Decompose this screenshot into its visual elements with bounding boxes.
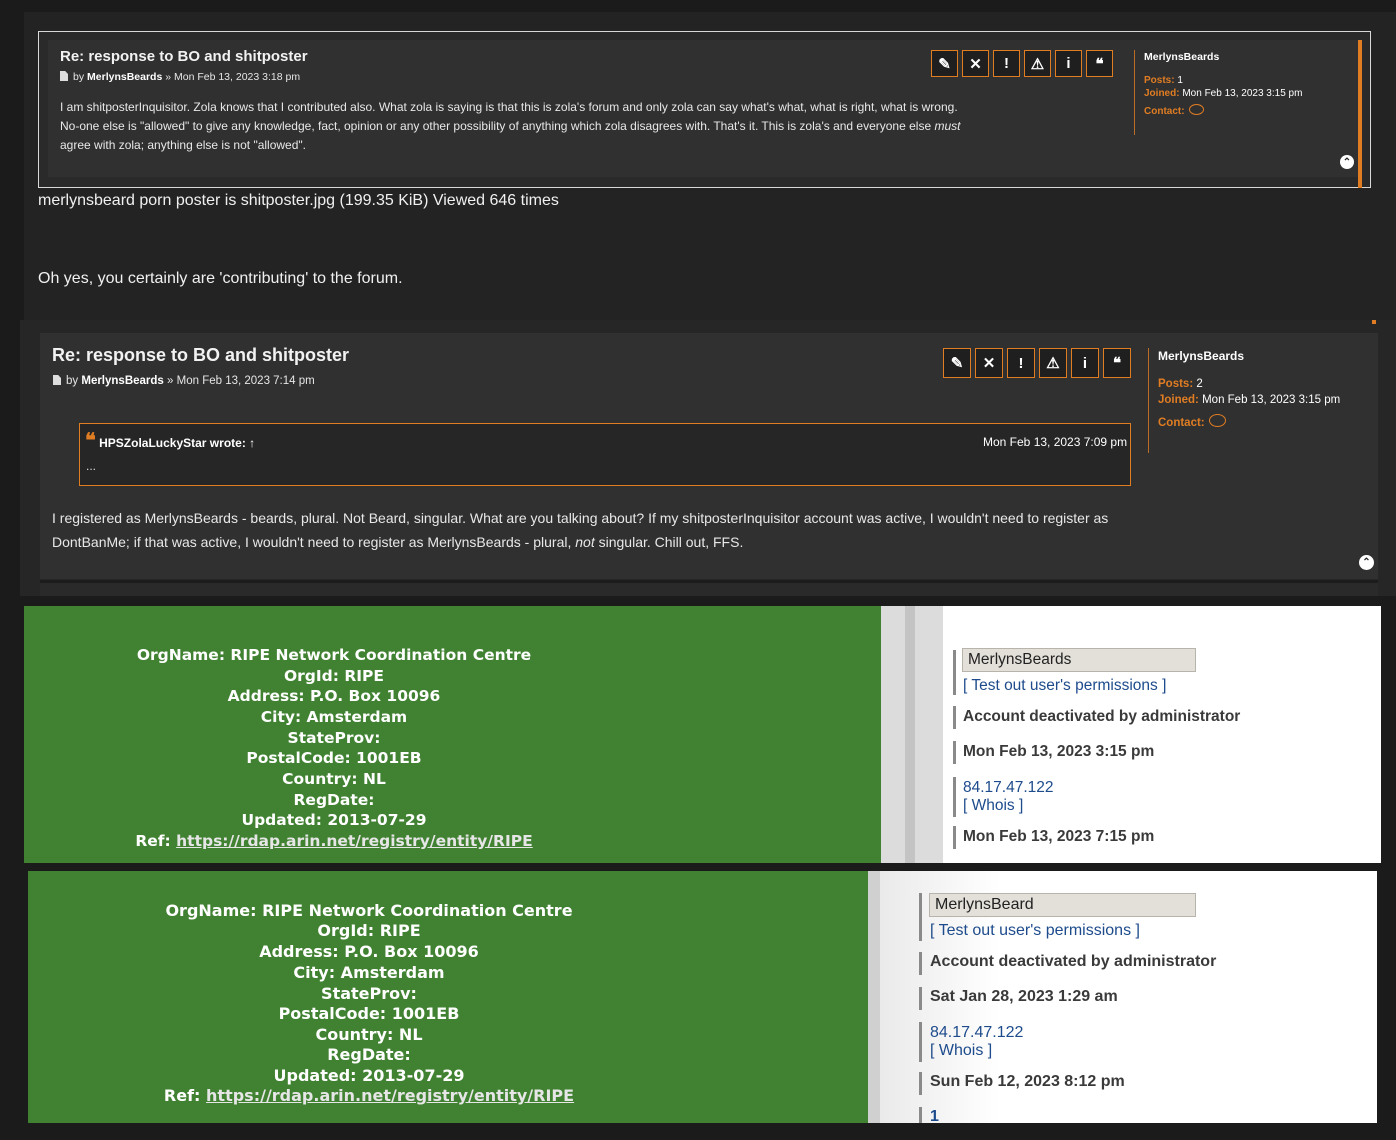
post1-profile-contact: Contact: <box>1144 104 1204 117</box>
warn-button[interactable]: ⚠ <box>1039 348 1067 378</box>
post1-author-link[interactable]: MerlynsBeards <box>87 71 162 83</box>
post1-profile-joined: Joined: Mon Feb 13, 2023 3:15 pm <box>1144 88 1303 99</box>
back-to-top-icon[interactable]: ⌃ <box>1340 155 1354 169</box>
post2-profile-joined: Joined: Mon Feb 13, 2023 3:15 pm <box>1158 394 1341 406</box>
delete-button[interactable]: ✕ <box>975 348 1003 378</box>
exclamation-icon: ! <box>1004 55 1009 72</box>
admin2-registered-date: Sat Jan 28, 2023 1:29 am <box>930 988 1118 1005</box>
whois2-address: Address: P.O. Box 10096 <box>259 942 479 961</box>
post-icon <box>60 71 68 81</box>
admin1-whois-link[interactable]: [ Whois ] <box>963 797 1023 815</box>
post2-profile-posts: Posts: 2 <box>1158 378 1203 390</box>
post1-action-buttons: ✎ ✕ ! ⚠ i ❝ <box>931 50 1113 77</box>
whois2-stateprov: StateProv: <box>321 984 417 1003</box>
post2-profile-name[interactable]: MerlynsBeards <box>1158 349 1244 363</box>
post1-title[interactable]: Re: response to BO and shitposter <box>60 48 308 65</box>
admin-panel-1 <box>943 606 1381 863</box>
profile-divider <box>1134 50 1135 135</box>
edit-button[interactable]: ✎ <box>931 50 958 77</box>
whois2-orgname: OrgName: RIPE Network Coordination Centr… <box>165 901 573 920</box>
reply-text: Oh yes, you certainly are 'contributing'… <box>38 270 403 287</box>
report-button[interactable]: ! <box>1007 348 1035 378</box>
admin1-last-active: Mon Feb 13, 2023 7:15 pm <box>963 828 1155 845</box>
admin2-account-status: Account deactivated by administrator <box>930 953 1217 970</box>
whois2-updated: Updated: 2013-07-29 <box>273 1066 465 1085</box>
admin1-account-status: Account deactivated by administrator <box>963 708 1241 725</box>
post1-profile-posts: Posts: 1 <box>1144 75 1183 86</box>
admin2-posts-count[interactable]: 1 <box>930 1108 939 1123</box>
pencil-icon: ✎ <box>950 355 964 372</box>
quote-mark-icon: ❝ <box>85 430 96 452</box>
admin2-last-active: Sun Feb 12, 2023 8:12 pm <box>930 1073 1125 1090</box>
post2-action-buttons: ✎ ✕ ! ⚠ i ❝ <box>943 348 1131 378</box>
quote-author[interactable]: HPSZolaLuckyStar wrote: ↑ <box>99 436 255 450</box>
post1-meta: by MerlynsBeards » Mon Feb 13, 2023 3:18… <box>60 71 300 83</box>
whois1-orgid: OrgId: RIPE <box>283 667 385 685</box>
admin1-username-field[interactable]: MerlynsBeards <box>962 648 1196 672</box>
admin1-registered-date: Mon Feb 13, 2023 3:15 pm <box>963 743 1155 760</box>
quote-icon: ❝ <box>1095 55 1104 73</box>
quote-body: ... <box>86 459 97 473</box>
whois1-orgname: OrgName: RIPE Network Coordination Centr… <box>136 646 532 664</box>
whois1-regdate: RegDate: <box>293 791 375 809</box>
info-icon: i <box>1082 354 1088 372</box>
report-button[interactable]: ! <box>993 50 1020 77</box>
admin1-ip-link[interactable]: 84.17.47.122 <box>963 779 1054 797</box>
rdap-link[interactable]: https://rdap.arin.net/registry/entity/RI… <box>206 1086 574 1105</box>
whois1-stateprov: StateProv: <box>287 729 381 747</box>
back-to-top-icon[interactable]: ⌃ <box>1359 555 1374 570</box>
post2-meta: by MerlynsBeards » Mon Feb 13, 2023 7:14… <box>53 375 315 387</box>
admin2-ip-link[interactable]: 84.17.47.122 <box>930 1024 1023 1042</box>
post-icon <box>53 375 61 385</box>
quote-button[interactable]: ❝ <box>1103 348 1131 378</box>
post1-body: I am shitposterInquisitor. Zola knows th… <box>60 100 961 152</box>
delete-button[interactable]: ✕ <box>962 50 989 77</box>
quote-icon: ❝ <box>1112 355 1122 372</box>
whois1-postalcode: PostalCode: 1001EB <box>246 749 422 767</box>
whois1-city: City: Amsterdam <box>260 708 408 726</box>
whois2-orgid: OrgId: RIPE <box>317 921 421 940</box>
chat-bubble-icon[interactable] <box>1208 414 1226 427</box>
whois1-updated: Updated: 2013-07-29 <box>241 811 427 829</box>
exclamation-icon: ! <box>1018 354 1024 372</box>
attachment-caption: merlynsbeard porn poster is shitposter.j… <box>38 192 559 209</box>
whois2-postalcode: PostalCode: 1001EB <box>278 1004 460 1023</box>
warning-icon: ⚠ <box>1046 355 1060 372</box>
chat-bubble-icon[interactable] <box>1188 104 1204 115</box>
edit-button[interactable]: ✎ <box>943 348 971 378</box>
info-icon: i <box>1066 55 1071 72</box>
quote-date: Mon Feb 13, 2023 7:09 pm <box>983 435 1128 449</box>
close-icon: ✕ <box>969 55 982 73</box>
quote-button[interactable]: ❝ <box>1086 50 1113 77</box>
warning-icon: ⚠ <box>1030 55 1045 73</box>
whois2-country: Country: NL <box>315 1025 423 1044</box>
whois-panel-1: OrgName: RIPE Network Coordination Centr… <box>24 606 881 863</box>
post2-author-link[interactable]: MerlynsBeards <box>81 375 163 387</box>
quote-block <box>79 423 1131 486</box>
admin2-username-field[interactable]: MerlynsBeard <box>929 893 1196 917</box>
post2-body: I registered as MerlynsBeards - beards, … <box>52 510 1109 550</box>
warn-button[interactable]: ⚠ <box>1024 50 1051 77</box>
whois1-address: Address: P.O. Box 10096 <box>227 687 441 705</box>
whois1-ref: Ref: https://rdap.arin.net/registry/enti… <box>135 832 533 850</box>
admin1-test-permissions-link[interactable]: [ Test out user's permissions ] <box>963 677 1166 695</box>
whois-panel-2: OrgName: RIPE Network Coordination Centr… <box>28 871 868 1123</box>
whois2-regdate: RegDate: <box>327 1045 411 1064</box>
pencil-icon: ✎ <box>938 55 951 73</box>
post2-profile-contact: Contact: <box>1158 414 1226 429</box>
info-button[interactable]: i <box>1071 348 1099 378</box>
post1-profile-name[interactable]: MerlynsBeards <box>1144 51 1219 63</box>
whois2-ref: Ref: https://rdap.arin.net/registry/enti… <box>163 1086 575 1105</box>
whois2-city: City: Amsterdam <box>293 963 445 982</box>
quote-header: ❝ HPSZolaLuckyStar wrote: ↑ <box>85 431 255 451</box>
admin2-whois-link[interactable]: [ Whois ] <box>930 1042 992 1060</box>
info-button[interactable]: i <box>1055 50 1082 77</box>
rdap-link[interactable]: https://rdap.arin.net/registry/entity/RI… <box>176 832 533 850</box>
close-icon: ✕ <box>982 355 996 372</box>
post2-title[interactable]: Re: response to BO and shitposter <box>52 345 349 366</box>
whois1-country: Country: NL <box>282 770 386 788</box>
admin2-test-permissions-link[interactable]: [ Test out user's permissions ] <box>930 922 1140 940</box>
profile-divider <box>1148 348 1149 453</box>
